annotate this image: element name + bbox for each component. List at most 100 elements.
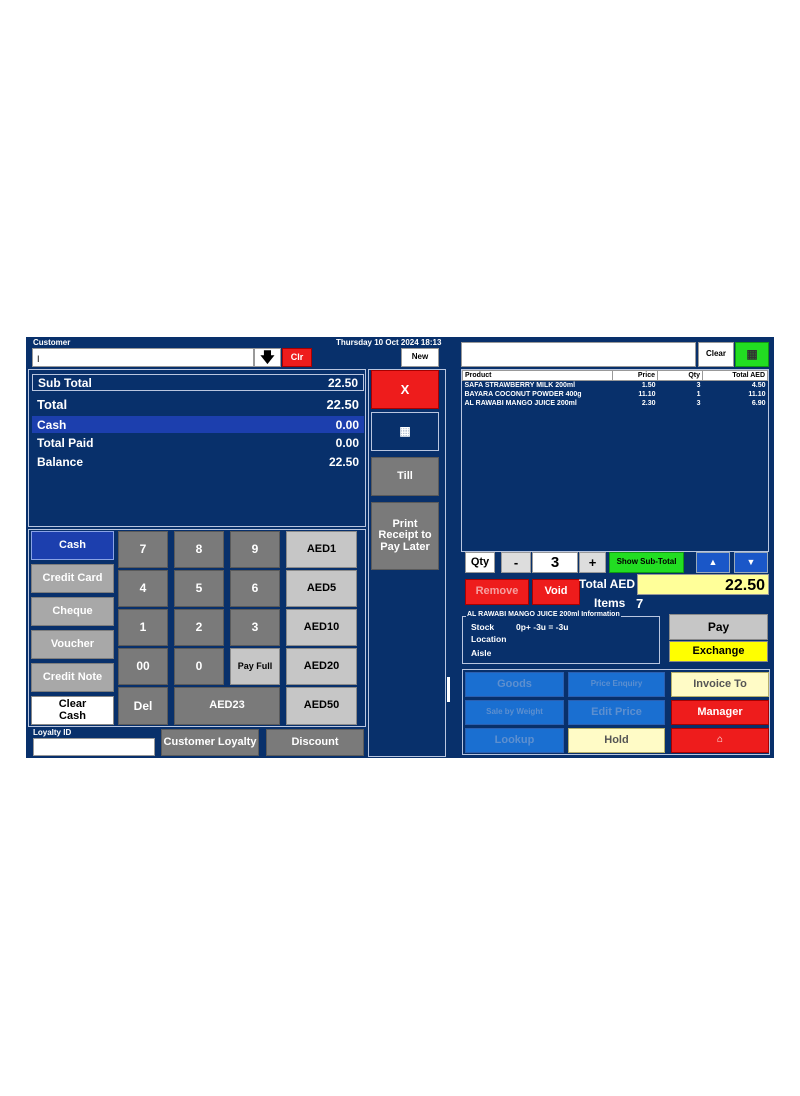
key-00[interactable]: 00: [118, 648, 168, 685]
pay-full-button[interactable]: Pay Full: [230, 648, 280, 685]
pay-method-cash[interactable]: Cash: [31, 531, 114, 560]
summary-panel: Sub Total 22.50 Total 22.50 Cash 0.00 To…: [28, 369, 366, 527]
scroll-up-button[interactable]: ▲: [696, 552, 730, 573]
cash-label: Cash: [37, 417, 67, 432]
col-price: Price: [612, 370, 658, 381]
remove-button[interactable]: Remove: [465, 579, 529, 605]
key-0[interactable]: 0: [174, 648, 224, 685]
quick-aed10[interactable]: AED10: [286, 609, 357, 646]
subtotal-label: Sub Total: [38, 375, 92, 390]
pay-method-cheque[interactable]: Cheque: [31, 597, 114, 626]
cell-total: 4.50: [751, 382, 766, 389]
quick-aed50[interactable]: AED50: [286, 687, 357, 725]
aisle-label: Aisle: [471, 648, 492, 658]
pos-screen: Customer Thursday 10 Oct 2024 18:13 I 🡇 …: [26, 337, 774, 758]
qty-plus-button[interactable]: +: [579, 552, 606, 573]
col-qty: Qty: [657, 370, 703, 381]
product-search-input[interactable]: [461, 342, 696, 367]
barcode-button[interactable]: ▦: [735, 342, 769, 367]
key-5[interactable]: 5: [174, 570, 224, 607]
print-later-button[interactable]: Print Receipt to Pay Later: [371, 502, 439, 570]
table-row[interactable]: BAYARA COCONUT POWDER 400g 11.10 1 11.10: [463, 390, 768, 399]
sale-by-weight-button[interactable]: Sale by Weight: [465, 700, 564, 725]
key-1[interactable]: 1: [118, 609, 168, 646]
cash-value: 0.00: [335, 417, 359, 432]
scanner-icon: ▦: [746, 347, 758, 362]
cell-price: 2.30: [641, 400, 656, 407]
key-3[interactable]: 3: [230, 609, 280, 646]
datetime: Thursday 10 Oct 2024 18:13: [336, 338, 442, 347]
stock-label: Stock: [471, 622, 495, 632]
triangle-down-icon: ▼: [746, 556, 756, 567]
quick-aed1[interactable]: AED1: [286, 531, 357, 568]
pay-method-credit-note[interactable]: Credit Note: [31, 663, 114, 692]
pay-button[interactable]: Pay: [669, 614, 768, 640]
quick-aed20[interactable]: AED20: [286, 648, 357, 685]
till-button[interactable]: Till: [371, 457, 439, 496]
items-list-panel: Product Price Qty Total AED SAFA STRAWBE…: [461, 369, 769, 552]
edit-price-button[interactable]: Edit Price: [568, 700, 665, 725]
qty-minus-button[interactable]: -: [501, 552, 531, 573]
clear-search-button[interactable]: Clear: [698, 342, 734, 367]
quick-aed5[interactable]: AED5: [286, 570, 357, 607]
key-2[interactable]: 2: [174, 609, 224, 646]
balance-row: Balance 22.50: [32, 453, 364, 470]
discount-button[interactable]: Discount: [266, 729, 364, 756]
void-button[interactable]: Void: [532, 579, 580, 605]
total-aed-value: 22.50: [637, 574, 769, 595]
items-label: Items: [594, 596, 626, 610]
product-info-title: AL RAWABI MANGO JUICE 200ml Information: [466, 611, 621, 618]
clr-button[interactable]: Clr: [282, 348, 312, 367]
lookup-button[interactable]: Lookup: [465, 728, 564, 753]
scroll-down-button[interactable]: ▼: [734, 552, 768, 573]
customer-loyalty-button[interactable]: Customer Loyalty: [161, 729, 259, 756]
cell-qty: 3: [696, 382, 701, 389]
table-row[interactable]: AL RAWABI MANGO JUICE 200ml 2.30 3 6.90: [463, 399, 768, 408]
show-subtotal-button[interactable]: Show Sub-Total: [609, 552, 684, 573]
qty-value-field[interactable]: 3: [532, 552, 578, 573]
cell-total: 11.10: [748, 391, 766, 398]
cell-price: 11.10: [638, 391, 656, 398]
invoice-to-button[interactable]: Invoice To: [671, 672, 769, 697]
qty-label: Qty: [465, 552, 495, 573]
key-7[interactable]: 7: [118, 531, 168, 568]
total-paid-label: Total Paid: [37, 435, 94, 450]
clear-cash-button[interactable]: Clear Cash: [31, 696, 114, 725]
hold-button[interactable]: Hold: [568, 728, 665, 753]
pay-method-voucher[interactable]: Voucher: [31, 630, 114, 659]
total-paid-row: Total Paid 0.00: [32, 434, 364, 451]
items-count: 7: [636, 596, 644, 611]
cell-qty: 1: [696, 391, 701, 398]
stock-value: 0p+ -3u = -3u: [516, 622, 569, 632]
pay-method-credit-card[interactable]: Credit Card: [31, 564, 114, 593]
customer-input-value: I: [37, 354, 40, 364]
key-8[interactable]: 8: [174, 531, 224, 568]
total-value: 22.50: [326, 397, 359, 412]
scanner-icon: ▦: [399, 424, 411, 439]
cell-total: 6.90: [751, 400, 766, 407]
key-9[interactable]: 9: [230, 531, 280, 568]
exchange-button[interactable]: Exchange: [669, 641, 768, 662]
subtotal-row: Sub Total 22.50: [32, 374, 364, 391]
customer-input[interactable]: I: [32, 348, 254, 367]
key-4[interactable]: 4: [118, 570, 168, 607]
price-enquiry-button[interactable]: Price Enquiry: [568, 672, 665, 697]
table-row[interactable]: SAFA STRAWBERRY MILK 200ml 1.50 3 4.50: [463, 381, 768, 391]
cancel-sale-button[interactable]: X: [371, 370, 439, 409]
cash-row[interactable]: Cash 0.00: [32, 416, 364, 433]
customer-dropdown-button[interactable]: 🡇: [254, 348, 281, 367]
manager-button[interactable]: Manager: [671, 700, 769, 725]
home-button[interactable]: ⌂: [671, 728, 769, 753]
scroll-handle[interactable]: [447, 677, 450, 702]
arrow-down-icon: 🡇: [260, 349, 275, 366]
balance-value: 22.50: [328, 454, 359, 469]
del-button[interactable]: Del: [118, 687, 168, 725]
customer-label: Customer: [33, 338, 71, 347]
goods-button[interactable]: Goods: [465, 672, 564, 697]
loyalty-id-input[interactable]: [33, 738, 155, 756]
total-row: Total 22.50: [32, 396, 364, 413]
aed23-button[interactable]: AED23: [174, 687, 280, 725]
new-customer-button[interactable]: New: [401, 348, 439, 367]
key-6[interactable]: 6: [230, 570, 280, 607]
scanner-button[interactable]: ▦: [371, 412, 439, 451]
